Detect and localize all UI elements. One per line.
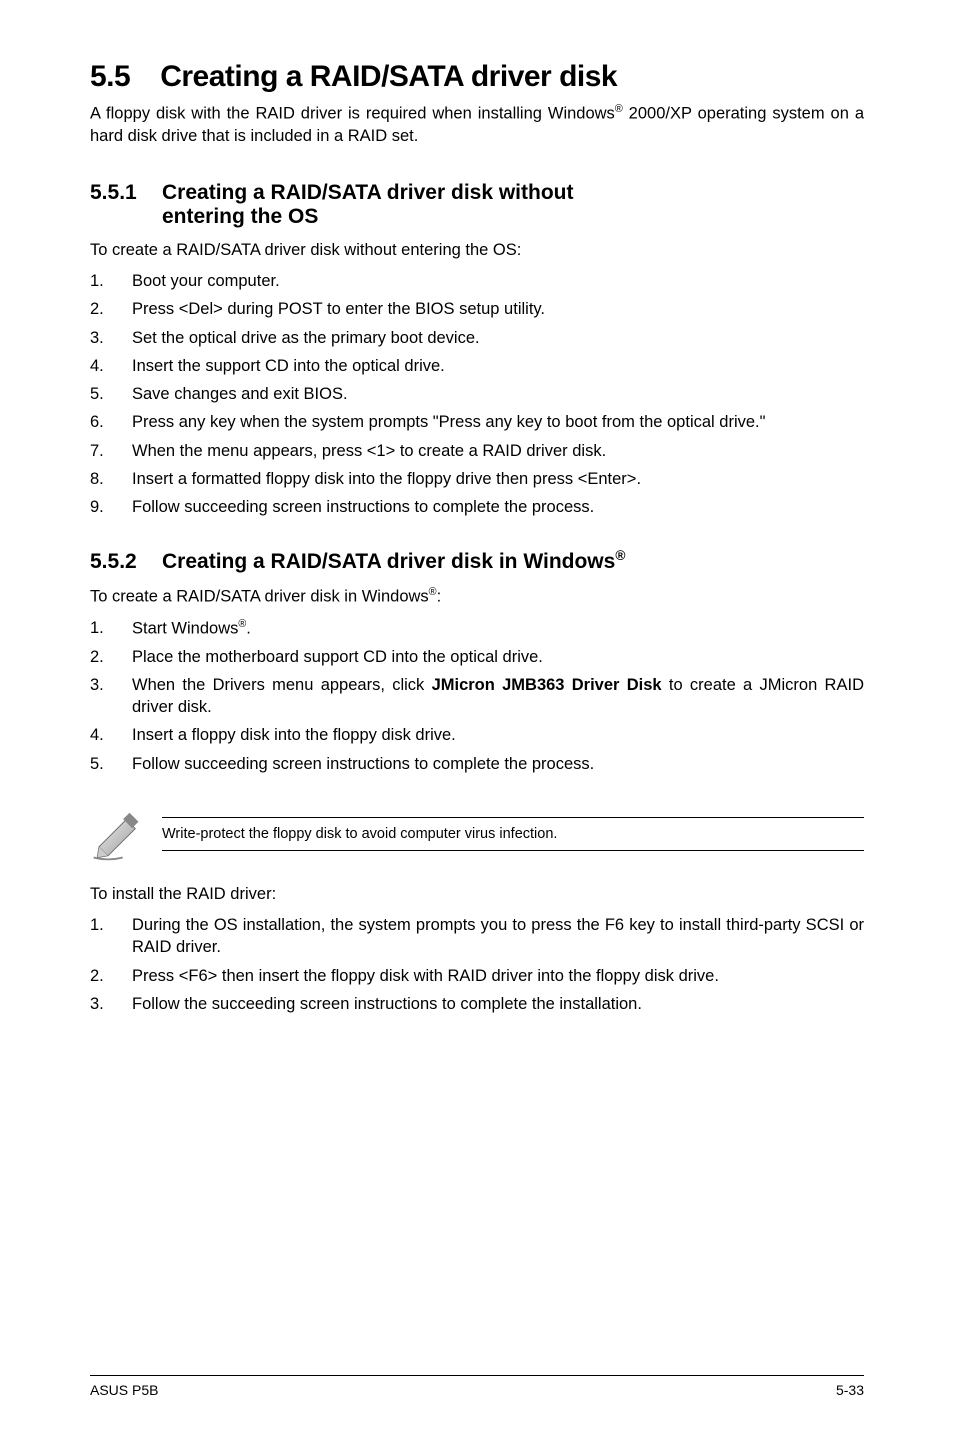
list-item: 3.Follow the succeeding screen instructi… bbox=[90, 993, 864, 1015]
list-item: 1.During the OS installation, the system… bbox=[90, 914, 864, 959]
list-item: 1.Start Windows®. bbox=[90, 617, 864, 640]
subsection-number: 5.5.1 bbox=[90, 181, 162, 205]
list-item: 4.Insert the support CD into the optical… bbox=[90, 355, 864, 377]
subsection-title-line2: entering the OS bbox=[162, 205, 864, 229]
note-text: Write-protect the floppy disk to avoid c… bbox=[162, 817, 864, 852]
pencil-icon bbox=[90, 805, 148, 863]
s552-steps-list: 1.Start Windows®. 2.Place the motherboar… bbox=[90, 617, 864, 775]
footer-page-number: 5-33 bbox=[836, 1382, 864, 1398]
list-item: 6.Press any key when the system prompts … bbox=[90, 411, 864, 433]
page-footer: ASUS P5B 5-33 bbox=[90, 1375, 864, 1398]
subsection-552-heading: 5.5.2Creating a RAID/SATA driver disk in… bbox=[90, 548, 864, 574]
note-callout: Write-protect the floppy disk to avoid c… bbox=[90, 805, 864, 863]
section-heading: 5.5 Creating a RAID/SATA driver disk bbox=[90, 60, 864, 94]
section-title: Creating a RAID/SATA driver disk bbox=[160, 60, 617, 93]
list-item: 3.When the Drivers menu appears, click J… bbox=[90, 674, 864, 719]
s552-lead: To create a RAID/SATA driver disk in Win… bbox=[90, 586, 864, 607]
list-item: 2.Press <F6> then insert the floppy disk… bbox=[90, 965, 864, 987]
s551-lead: To create a RAID/SATA driver disk withou… bbox=[90, 241, 864, 260]
subsection-title: Creating a RAID/SATA driver disk in Wind… bbox=[162, 550, 625, 573]
intro-paragraph: A floppy disk with the RAID driver is re… bbox=[90, 102, 864, 147]
section-number: 5.5 bbox=[90, 60, 130, 94]
subsection-title-line1: Creating a RAID/SATA driver disk without bbox=[162, 181, 574, 204]
list-item: 4.Insert a floppy disk into the floppy d… bbox=[90, 724, 864, 746]
list-item: 3.Set the optical drive as the primary b… bbox=[90, 327, 864, 349]
list-item: 5.Follow succeeding screen instructions … bbox=[90, 753, 864, 775]
list-item: 1.Boot your computer. bbox=[90, 270, 864, 292]
list-item: 7.When the menu appears, press <1> to cr… bbox=[90, 440, 864, 462]
s551-steps-list: 1.Boot your computer. 2.Press <Del> duri… bbox=[90, 270, 864, 518]
list-item: 8.Insert a formatted floppy disk into th… bbox=[90, 468, 864, 490]
list-item: 2.Press <Del> during POST to enter the B… bbox=[90, 298, 864, 320]
subsection-551-heading: 5.5.1Creating a RAID/SATA driver disk wi… bbox=[90, 181, 864, 229]
list-item: 9.Follow succeeding screen instructions … bbox=[90, 496, 864, 518]
install-steps-list: 1.During the OS installation, the system… bbox=[90, 914, 864, 1015]
install-lead: To install the RAID driver: bbox=[90, 885, 864, 904]
footer-left: ASUS P5B bbox=[90, 1382, 158, 1398]
subsection-number: 5.5.2 bbox=[90, 550, 162, 574]
list-item: 2.Place the motherboard support CD into … bbox=[90, 646, 864, 668]
list-item: 5.Save changes and exit BIOS. bbox=[90, 383, 864, 405]
